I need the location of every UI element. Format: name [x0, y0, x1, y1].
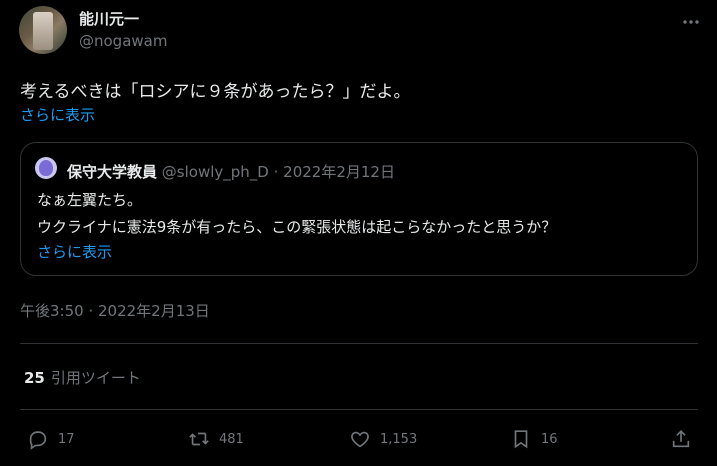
show-more-link[interactable]: さらに表示 — [20, 104, 95, 125]
tweet-timestamp[interactable]: 午後3:50 · 2022年2月13日 — [20, 300, 210, 321]
bookmark-button[interactable]: 16 — [510, 428, 558, 450]
quoted-avatar[interactable] — [35, 157, 57, 179]
quoted-meta: @slowly_ph_D · 2022年2月12日 — [161, 163, 395, 181]
reply-button[interactable]: 17 — [27, 428, 75, 450]
quoted-tweet[interactable]: 保守大学教員 @slowly_ph_D · 2022年2月12日 なぁ左翼たち。… — [20, 142, 698, 276]
bookmark-count: 16 — [541, 431, 558, 447]
quote-count: 25 — [24, 369, 45, 387]
author-handle[interactable]: @nogawam — [79, 32, 167, 50]
quoted-text-line1: なぁ左翼たち。 — [37, 191, 143, 209]
like-button[interactable]: 1,153 — [349, 428, 417, 450]
reply-icon — [29, 431, 47, 450]
author-display-name[interactable]: 能川元一 — [79, 8, 139, 29]
bookmark-icon — [514, 430, 528, 449]
retweet-count: 481 — [219, 431, 244, 447]
tweet-text: 考えるべきは「ロシアに９条があったら？」だよ。 — [20, 82, 411, 102]
retweet-button[interactable]: 481 — [188, 428, 244, 450]
quoted-show-more-link[interactable]: さらに表示 — [37, 241, 112, 262]
more-icon[interactable] — [682, 10, 700, 29]
retweet-icon — [189, 432, 209, 446]
author-avatar[interactable] — [19, 6, 67, 54]
like-count: 1,153 — [380, 431, 418, 447]
reply-count: 17 — [58, 431, 75, 447]
quote-label: 引用ツイート — [50, 369, 141, 387]
quoted-header: 保守大学教員 @slowly_ph_D · 2022年2月12日 — [67, 161, 395, 182]
share-button[interactable] — [670, 428, 692, 450]
quote-tweet-stats[interactable]: 25 引用ツイート — [24, 367, 141, 388]
like-icon — [351, 431, 369, 448]
quoted-text-line2: ウクライナに憲法9条が有ったら、この緊張状態は起こらなかったと思うか？ — [37, 218, 557, 236]
share-icon — [672, 430, 690, 448]
divider — [20, 343, 698, 344]
divider — [20, 409, 698, 410]
quoted-display-name[interactable]: 保守大学教員 — [67, 163, 157, 181]
